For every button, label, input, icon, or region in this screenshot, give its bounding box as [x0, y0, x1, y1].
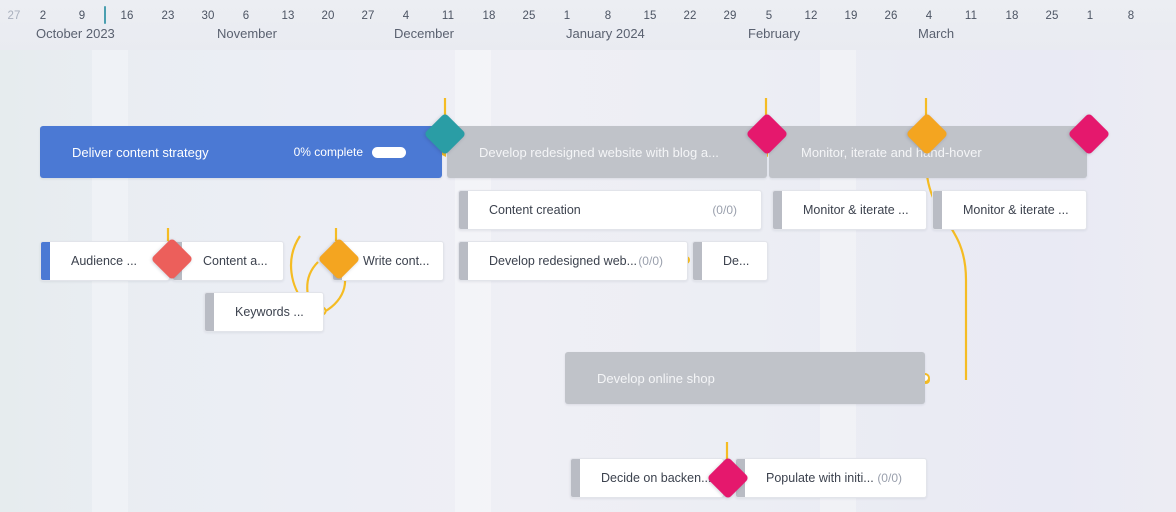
timeline-tick: 9 [78, 10, 86, 22]
timeline-tick: 27 [7, 10, 21, 22]
timeline-tick: 25 [1045, 10, 1059, 22]
timeline-canvas[interactable]: Deliver content strategy 0% complete Devel… [0, 50, 1176, 512]
week-band-highlight [820, 50, 856, 512]
progress-pill[interactable] [372, 146, 406, 158]
timeline-tick: 4 [402, 10, 410, 22]
timeline-tick: 25 [522, 10, 536, 22]
timeline-tick: 12 [804, 10, 818, 22]
timeline-tick: 26 [884, 10, 898, 22]
task-card-title: Content creation [489, 203, 581, 217]
timeline-month-label: February [748, 26, 801, 41]
progress-indicator[interactable]: 0% complete [294, 145, 406, 159]
task-card-subtask-count: (0/0) [638, 254, 663, 268]
timeline-tick: 11 [441, 10, 455, 22]
task-card-accent-bar [205, 293, 214, 331]
task-card-title: Keywords ... [235, 305, 304, 319]
timeline-tick: 8 [1127, 10, 1135, 22]
task-card-title: Content a... [203, 254, 268, 268]
summary-bar-title: Deliver content strategy [72, 144, 209, 160]
task-card-populate-with-initial[interactable]: Populate with initi... (0/0) [735, 458, 927, 498]
timeline-tick: 1 [1086, 10, 1094, 22]
task-card-accent-bar [693, 242, 702, 280]
task-card-accent-bar [459, 191, 468, 229]
task-card-develop-redesigned-web[interactable]: Develop redesigned web... (0/0) [458, 241, 688, 281]
summary-bar-title: Monitor, iterate and hand-hover [801, 144, 982, 160]
timeline-tick: 19 [844, 10, 858, 22]
timeline-month-label: January 2024 [566, 26, 645, 41]
dependency-connectors [157, 98, 968, 495]
week-band-highlight [92, 50, 128, 512]
timeline-tick: 5 [765, 10, 773, 22]
progress-label: 0% complete [293, 145, 363, 159]
timeline-tick: 23 [161, 10, 175, 22]
task-card-title: Develop redesigned web... [489, 254, 638, 268]
task-card-keywords[interactable]: Keywords ... [204, 292, 324, 332]
today-marker [104, 6, 106, 24]
task-card-accent-bar [459, 242, 468, 280]
task-card-audience[interactable]: Audience ... [40, 241, 170, 281]
timeline-tick: 13 [281, 10, 295, 22]
task-card-monitor-iterate-1[interactable]: Monitor & iterate ... [772, 190, 927, 230]
task-card-accent-bar [571, 459, 580, 497]
task-card-accent-bar [773, 191, 782, 229]
timeline-month-label: October 2023 [36, 26, 115, 41]
timeline-month-label: March [918, 26, 955, 41]
timeline-tick: 20 [321, 10, 335, 22]
timeline-tick: 8 [604, 10, 612, 22]
timeline-header[interactable]: 27 2 9 16 23 30 6 13 20 27 4 11 18 25 1 8 15 22 29 5 12 19 26 4… [0, 0, 1176, 51]
task-card-content-creation[interactable]: Content creation (0/0) [458, 190, 762, 230]
timeline-tick: 22 [683, 10, 697, 22]
summary-bar-develop-redesigned-website[interactable]: Develop redesigned website with blog a..… [447, 126, 767, 178]
summary-bar-deliver-content-strategy[interactable]: Deliver content strategy 0% complete [40, 126, 442, 178]
task-card-subtask-count: (0/0) [877, 471, 902, 485]
summary-bar-title: Develop online shop [597, 370, 715, 386]
task-card-monitor-iterate-2[interactable]: Monitor & iterate ... [932, 190, 1087, 230]
timeline-tick: 4 [925, 10, 933, 22]
task-card-accent-bar [933, 191, 942, 229]
task-card-de[interactable]: De... [692, 241, 768, 281]
task-card-title: Decide on backen... [601, 471, 712, 485]
task-card-title: Write cont... [363, 254, 430, 268]
timeline-month-label: November [217, 26, 277, 41]
timeline-month-label: December [394, 26, 454, 41]
timeline-tick: 6 [242, 10, 250, 22]
summary-bar-title: Develop redesigned website with blog a..… [479, 144, 719, 160]
gantt-timeline-view: 27 2 9 16 23 30 6 13 20 27 4 11 18 25 1 8 15 22 29 5 12 19 26 4… [0, 0, 1176, 512]
task-card-title: Monitor & iterate ... [963, 203, 1069, 217]
task-card-title: De... [723, 254, 750, 268]
timeline-tick: 11 [964, 10, 978, 22]
task-card-accent-bar [41, 242, 50, 280]
task-card-title: Monitor & iterate ... [803, 203, 909, 217]
timeline-tick: 29 [723, 10, 737, 22]
timeline-tick: 2 [39, 10, 47, 22]
timeline-tick: 27 [361, 10, 375, 22]
task-card-decide-on-backend[interactable]: Decide on backen... [570, 458, 724, 498]
timeline-tick: 1 [563, 10, 571, 22]
summary-bar-develop-online-shop[interactable]: Develop online shop [565, 352, 925, 404]
week-band-highlight [455, 50, 491, 512]
task-card-subtask-count: (0/0) [712, 203, 737, 217]
task-card-title: Audience ... [71, 254, 138, 268]
timeline-tick: 16 [120, 10, 134, 22]
task-card-title: Populate with initi... [766, 471, 874, 485]
timeline-tick: 18 [1005, 10, 1019, 22]
timeline-tick: 18 [482, 10, 496, 22]
timeline-tick: 15 [643, 10, 657, 22]
timeline-tick: 30 [201, 10, 215, 22]
